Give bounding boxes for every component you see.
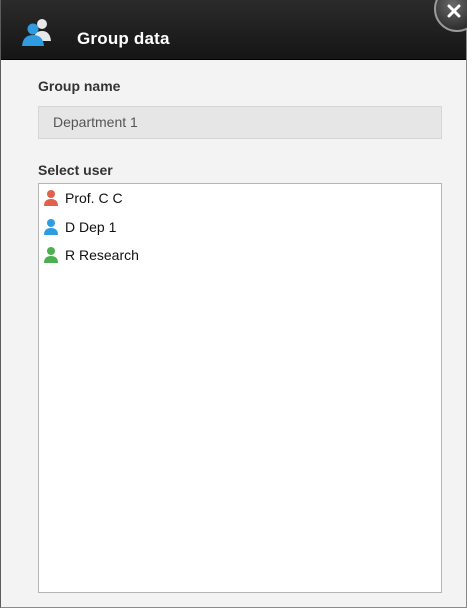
group-name-field[interactable]: Department 1 bbox=[38, 106, 442, 139]
user-icon bbox=[43, 218, 59, 236]
user-icon bbox=[43, 189, 59, 207]
user-icon bbox=[43, 246, 59, 264]
user-name: D Dep 1 bbox=[65, 219, 117, 235]
user-name: Prof. C C bbox=[65, 190, 123, 206]
group-data-dialog: Group data Group name Department 1 Selec… bbox=[0, 0, 467, 608]
select-user-label: Select user bbox=[38, 162, 113, 178]
user-list[interactable]: Prof. C C D Dep 1 R Research bbox=[38, 183, 442, 593]
dialog-title: Group data bbox=[77, 29, 170, 48]
user-name: R Research bbox=[65, 247, 139, 263]
close-icon bbox=[447, 4, 461, 18]
group-name-label: Group name bbox=[38, 78, 121, 94]
users-icon bbox=[21, 17, 55, 47]
list-item-user[interactable]: Prof. C C bbox=[43, 187, 123, 209]
list-item-user[interactable]: D Dep 1 bbox=[43, 216, 116, 238]
dialog-titlebar: Group data bbox=[1, 0, 466, 60]
list-item-user[interactable]: R Research bbox=[43, 244, 139, 266]
